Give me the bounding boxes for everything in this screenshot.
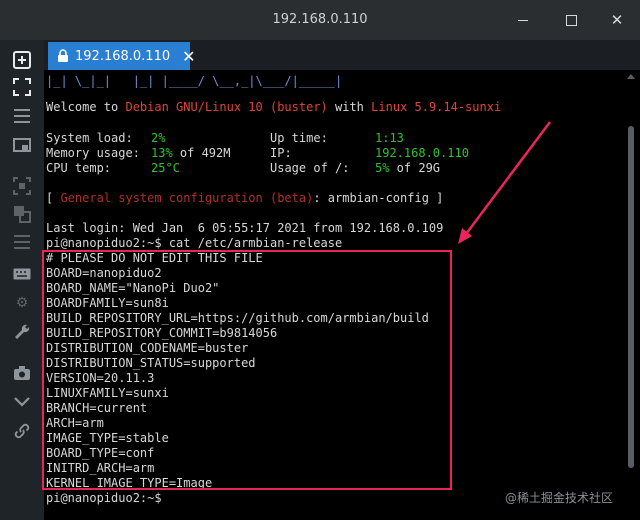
stats-row-3: CPU temp: 25°C Usage of /: 5% of 29G — [46, 161, 636, 176]
stats-row-2: Memory usage: 13% of 492M IP: 192.168.0.… — [46, 146, 636, 161]
selection-icon[interactable] — [10, 174, 34, 198]
config-hint-text: General system configuration (beta) — [60, 191, 314, 205]
kernel-version: Linux 5.9.14-sunxi — [371, 100, 502, 114]
expand-icon[interactable] — [10, 75, 34, 99]
sidebar: ⚙ — [0, 40, 44, 520]
cpu-temp-value: 25°C — [151, 161, 180, 175]
ip-label: IP: — [270, 146, 292, 160]
welcome-line: Welcome to Debian GNU/Linux 10 (buster) … — [46, 100, 501, 115]
ip-value: 192.168.0.110 — [375, 146, 469, 160]
layers-icon[interactable] — [10, 202, 34, 226]
chevron-down-icon[interactable] — [10, 390, 34, 414]
tab-session[interactable]: 192.168.0.110 ✕ — [48, 42, 196, 70]
tab-bar: 192.168.0.110 ✕ — [44, 40, 640, 70]
watermark: @稀土掘金技术社区 — [505, 491, 614, 505]
window-titlebar: 192.168.0.110 ✕ — [0, 0, 640, 40]
keyboard-icon[interactable] — [10, 262, 34, 286]
uptime-value: 1:13 — [375, 131, 404, 145]
disk-usage-label: Usage of /: — [270, 161, 350, 175]
welcome-with: with — [327, 100, 372, 114]
shell-prompt[interactable]: pi@nanopiduo2:~$ — [46, 491, 162, 506]
stats-row-1: System load: 2% Up time: 1:13 — [46, 131, 636, 146]
maximize-icon — [565, 14, 577, 26]
uptime-label: Up time: — [270, 131, 328, 145]
maximize-button[interactable] — [548, 0, 594, 40]
memory-label: Memory usage: — [46, 146, 140, 160]
lock-icon — [57, 49, 69, 63]
close-icon: ✕ — [610, 10, 624, 29]
highlight-box — [42, 250, 452, 490]
memory-value: 13% — [151, 146, 173, 160]
folder-icon[interactable] — [10, 133, 34, 157]
link-icon[interactable] — [10, 419, 34, 443]
disk-usage-total: of 29G — [389, 161, 441, 175]
last-login-line: Last login: Wed Jan 6 05:55:17 2021 from… — [46, 221, 444, 235]
system-load-label: System load: — [46, 131, 133, 145]
camera-icon[interactable] — [10, 361, 34, 385]
minimize-button[interactable] — [500, 0, 546, 40]
minimize-icon — [518, 19, 528, 21]
plus-box-icon[interactable] — [10, 48, 34, 72]
close-window-button[interactable]: ✕ — [594, 0, 640, 40]
menu-icon[interactable] — [10, 104, 34, 128]
config-hint-line: [ General system configuration (beta): a… — [46, 191, 443, 206]
system-load-value: 2% — [151, 131, 166, 145]
list-icon[interactable] — [10, 230, 34, 254]
wrench-icon[interactable] — [10, 320, 34, 344]
welcome-prefix: Welcome to — [46, 100, 126, 114]
disk-usage-value: 5% — [375, 161, 390, 175]
cpu-temp-label: CPU temp: — [46, 161, 112, 175]
config-bracket: [ — [46, 191, 61, 205]
scroll-up-icon[interactable] — [627, 74, 635, 79]
banner-line: |_| \_|_| |_| |____/ \__,_|\___/|_____| — [46, 74, 343, 88]
command-line: pi@nanopiduo2:~$ cat /etc/armbian-releas… — [46, 236, 343, 250]
config-command: : armbian-config ] — [313, 191, 444, 205]
tab-close-icon[interactable]: ✕ — [182, 47, 195, 66]
gears-icon[interactable]: ⚙ — [10, 291, 34, 315]
os-name: Debian GNU/Linux 10 (buster) — [125, 100, 328, 114]
terminal-scrollbar[interactable] — [628, 126, 634, 468]
memory-total: of 492M — [172, 146, 231, 160]
tab-label: 192.168.0.110 — [75, 48, 171, 64]
